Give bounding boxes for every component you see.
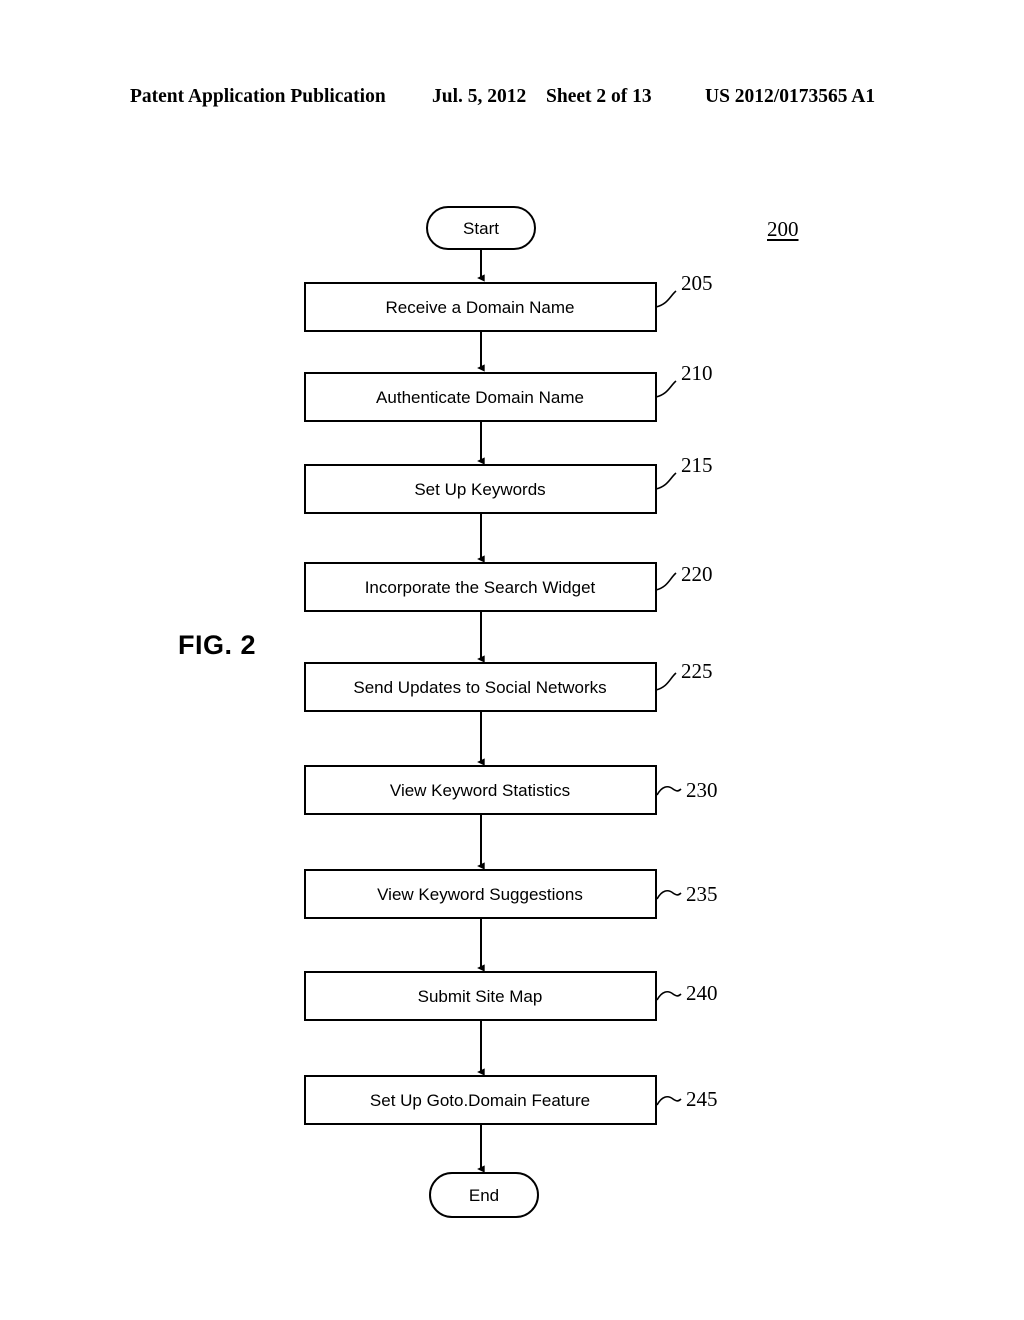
node-220: Incorporate the Search Widget 220 [304,562,713,612]
ref-210: 210 [681,361,713,385]
node-230-label: View Keyword Statistics [390,781,570,800]
node-230: View Keyword Statistics 230 [304,765,718,815]
leader-240 [656,990,682,1001]
ref-240: 240 [686,981,718,1005]
leader-220 [655,572,677,591]
node-225-label: Send Updates to Social Networks [353,678,606,697]
node-210: Authenticate Domain Name 210 [304,361,713,422]
node-end: End [429,1172,539,1218]
node-210-label: Authenticate Domain Name [376,388,584,407]
node-235: View Keyword Suggestions 235 [304,869,718,919]
ref-235: 235 [686,882,718,906]
node-235-label: View Keyword Suggestions [377,885,583,904]
ref-245: 245 [686,1087,718,1111]
leader-225 [655,672,677,691]
leader-215 [655,472,677,490]
ref-205: 205 [681,271,713,295]
node-240: Submit Site Map 240 [304,971,718,1021]
leader-210 [655,380,677,398]
node-205: Receive a Domain Name 205 [304,271,713,332]
ref-230: 230 [686,778,718,802]
start-label: Start [463,219,499,238]
leader-235 [656,889,682,900]
ref-225: 225 [681,659,713,683]
end-label: End [469,1186,499,1205]
node-245: Set Up Goto.Domain Feature 245 [304,1075,718,1125]
node-240-label: Submit Site Map [418,987,543,1006]
node-215-label: Set Up Keywords [414,480,545,499]
flowchart-canvas: Start Receive a Domain Name 205 Authenti… [304,206,718,1218]
ref-220: 220 [681,562,713,586]
node-220-label: Incorporate the Search Widget [365,578,596,597]
leader-205 [655,290,677,308]
node-245-label: Set Up Goto.Domain Feature [370,1091,590,1110]
patent-figure-page: Patent Application Publication Jul. 5, 2… [0,0,1024,1320]
leader-245 [656,1095,682,1106]
node-start: Start [426,206,536,250]
leader-230 [656,785,682,796]
node-215: Set Up Keywords 215 [304,453,713,514]
node-205-label: Receive a Domain Name [386,298,575,317]
node-225: Send Updates to Social Networks 225 [304,659,713,712]
ref-215: 215 [681,453,713,477]
